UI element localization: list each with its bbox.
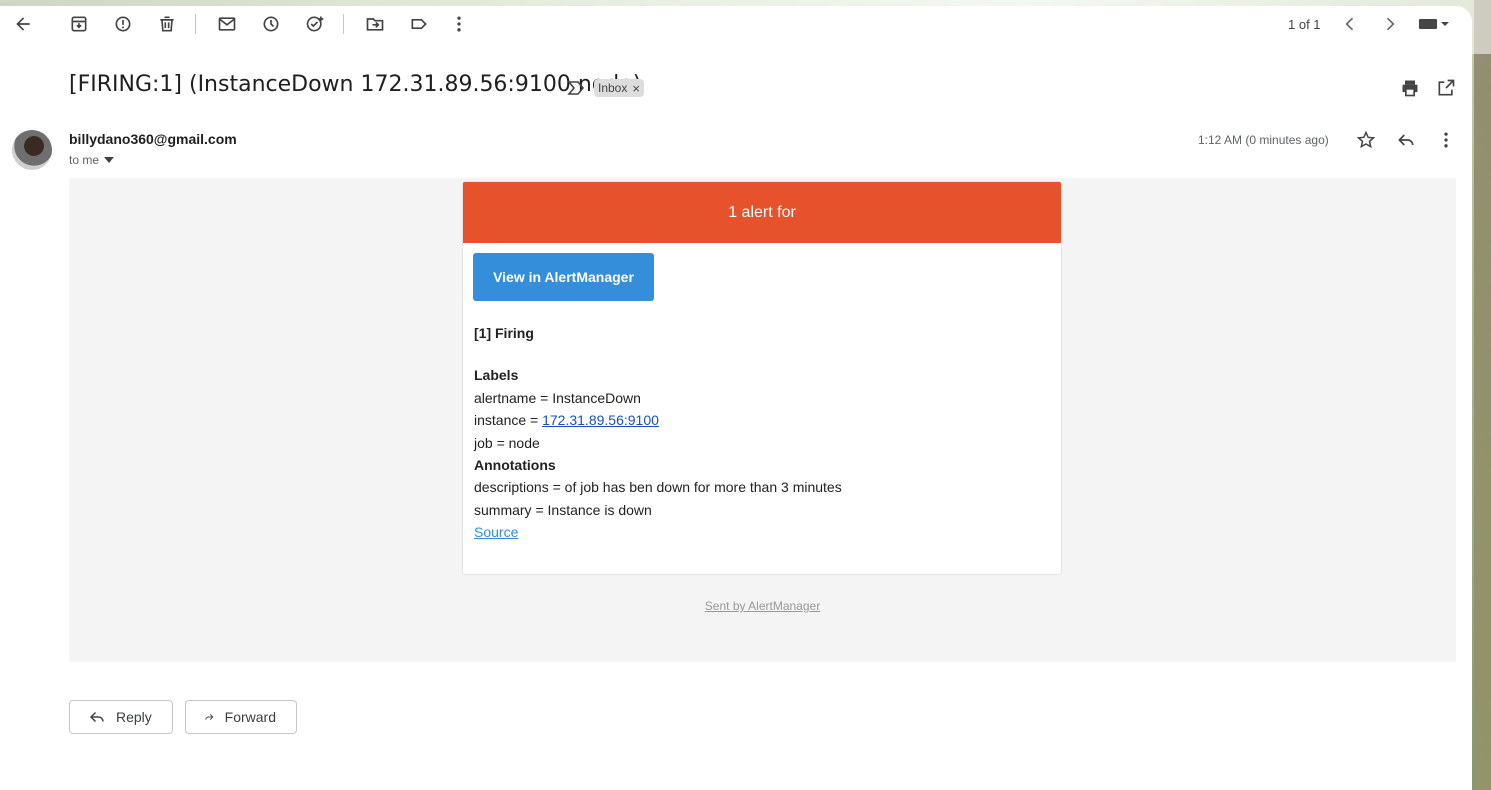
recipient-text: to me bbox=[69, 153, 100, 167]
snooze-icon[interactable] bbox=[255, 8, 287, 40]
alert-header: 1 alert for bbox=[463, 182, 1061, 243]
report-spam-icon[interactable] bbox=[107, 8, 139, 40]
previous-icon[interactable] bbox=[1334, 8, 1366, 40]
recipient-details[interactable]: to me bbox=[69, 153, 115, 167]
background-tree bbox=[1474, 0, 1491, 790]
label-icon[interactable] bbox=[403, 8, 435, 40]
toolbar-divider bbox=[343, 14, 344, 34]
forward-button[interactable]: Forward bbox=[185, 700, 297, 734]
chevron-down-icon bbox=[104, 157, 115, 163]
reply-button[interactable]: Reply bbox=[69, 700, 173, 734]
view-in-alertmanager-button[interactable]: View in AlertManager bbox=[473, 253, 654, 301]
annotation-descriptions: descriptions = of job has ben down for m… bbox=[474, 479, 842, 496]
keyboard-input-icon[interactable] bbox=[1414, 8, 1454, 40]
more-options-icon[interactable] bbox=[443, 8, 475, 40]
delete-icon[interactable] bbox=[151, 8, 183, 40]
forward-label: Forward bbox=[224, 709, 276, 725]
sender-avatar bbox=[12, 130, 52, 170]
pager-text: 1 of 1 bbox=[1288, 17, 1321, 32]
add-task-icon[interactable] bbox=[299, 8, 331, 40]
source-link[interactable]: Source bbox=[474, 524, 518, 540]
labels-heading: Labels bbox=[474, 367, 519, 384]
email-subject: [FIRING:1] (InstanceDown 172.31.89.56:91… bbox=[69, 72, 642, 97]
toolbar: 1 of 1 bbox=[0, 0, 1491, 54]
label-job: job = node bbox=[474, 434, 540, 451]
alert-details: [1] Firing Labels alertname = InstanceDo… bbox=[474, 322, 842, 544]
remove-label-button[interactable]: × bbox=[632, 81, 640, 96]
email-body: 1 alert for View in AlertManager [1] Fir… bbox=[69, 178, 1456, 662]
sender-email: billydano360@gmail.com bbox=[69, 131, 237, 147]
label-instance: instance = 172.31.89.56:9100 bbox=[474, 409, 842, 431]
label-instance-prefix: instance = bbox=[474, 412, 543, 429]
annotations-heading: Annotations bbox=[474, 457, 556, 474]
email-timestamp: 1:12 AM (0 minutes ago) bbox=[1198, 133, 1329, 147]
open-new-window-icon[interactable] bbox=[1432, 74, 1460, 102]
archive-icon[interactable] bbox=[63, 8, 95, 40]
alert-card: 1 alert for View in AlertManager [1] Fir… bbox=[462, 181, 1062, 575]
annotation-summary: summary = Instance is down bbox=[474, 501, 652, 518]
reply-label: Reply bbox=[116, 709, 152, 725]
forward-icon bbox=[205, 714, 214, 720]
back-icon[interactable] bbox=[7, 8, 39, 40]
inbox-label-chip: Inbox × bbox=[594, 79, 644, 97]
more-actions-icon[interactable] bbox=[1432, 126, 1460, 154]
reply-icon[interactable] bbox=[1392, 126, 1420, 154]
star-icon[interactable] bbox=[1352, 126, 1380, 154]
importance-marker-icon[interactable] bbox=[567, 80, 585, 96]
mark-unread-icon[interactable] bbox=[211, 8, 243, 40]
print-icon[interactable] bbox=[1396, 74, 1424, 102]
move-to-icon[interactable] bbox=[359, 8, 391, 40]
firing-heading: [1] Firing bbox=[474, 325, 534, 341]
toolbar-divider bbox=[195, 14, 196, 34]
reply-icon bbox=[89, 711, 104, 723]
label-alertname: alertname = InstanceDown bbox=[474, 389, 641, 406]
sent-by-alertmanager-link[interactable]: Sent by AlertManager bbox=[69, 599, 1456, 613]
inbox-label-text: Inbox bbox=[598, 81, 628, 95]
instance-link[interactable]: 172.31.89.56:9100 bbox=[542, 412, 659, 428]
next-icon[interactable] bbox=[1374, 8, 1406, 40]
